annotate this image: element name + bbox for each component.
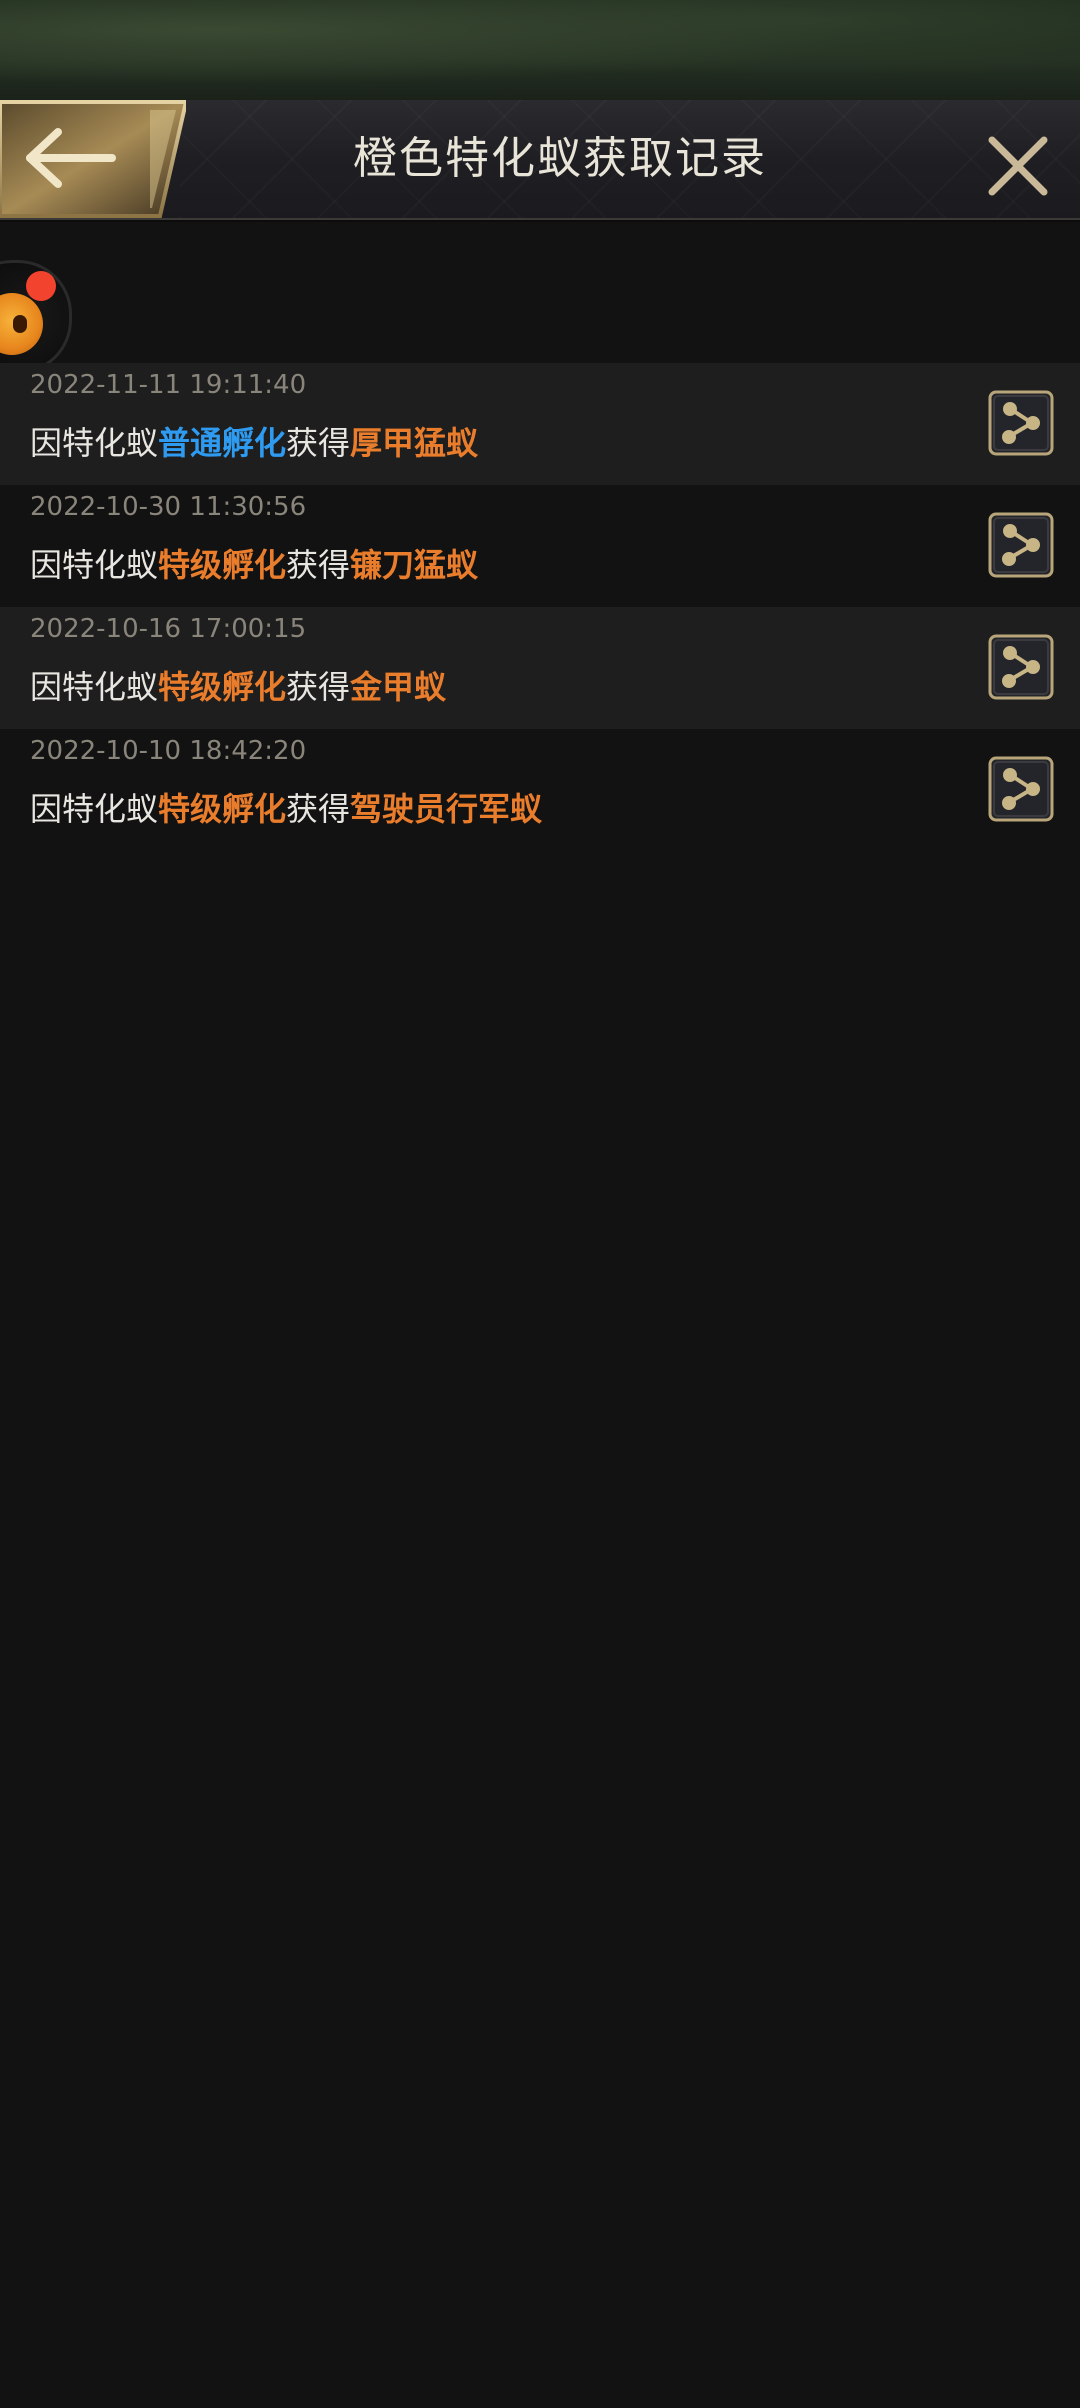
game-scene-background (0, 0, 1080, 100)
list-item: 2022-10-16 17:00:15 因特化蚁特级孵化获得金甲蚁 (0, 607, 1080, 729)
record-middle: 获得 (286, 424, 351, 462)
record-method: 特级孵化 (158, 668, 287, 706)
share-icon (988, 512, 1054, 578)
avatar-eye (13, 315, 27, 333)
record-message: 因特化蚁普通孵化获得厚甲猛蚁 (30, 419, 478, 467)
share-button[interactable] (988, 512, 1054, 578)
share-button[interactable] (988, 390, 1054, 456)
close-button[interactable] (978, 126, 1058, 206)
list-item: 2022-10-30 11:30:56 因特化蚁特级孵化获得镰刀猛蚁 (0, 485, 1080, 607)
share-icon (988, 390, 1054, 456)
share-button[interactable] (988, 756, 1054, 822)
record-time: 2022-11-11 19:11:40 (30, 370, 307, 400)
record-middle: 获得 (286, 546, 351, 584)
record-method: 特级孵化 (158, 790, 287, 828)
record-prefix: 因特化蚁 (30, 424, 159, 462)
record-method: 普通孵化 (158, 424, 287, 462)
record-reward: 镰刀猛蚁 (350, 546, 479, 584)
record-message: 因特化蚁特级孵化获得驾驶员行军蚁 (30, 785, 542, 833)
record-message: 因特化蚁特级孵化获得镰刀猛蚁 (30, 541, 478, 589)
record-middle: 获得 (286, 790, 351, 828)
share-button[interactable] (988, 634, 1054, 700)
list-item: 2022-10-10 18:42:20 因特化蚁特级孵化获得驾驶员行军蚁 (0, 729, 1080, 851)
record-prefix: 因特化蚁 (30, 546, 159, 584)
record-prefix: 因特化蚁 (30, 668, 159, 706)
share-icon (988, 634, 1054, 700)
list-item: 2022-11-11 19:11:40 因特化蚁普通孵化获得厚甲猛蚁 (0, 363, 1080, 485)
back-button[interactable] (0, 100, 186, 218)
page-title: 橙色特化蚁获取记录 (353, 133, 767, 184)
record-reward: 厚甲猛蚁 (350, 424, 479, 462)
record-reward: 金甲蚁 (350, 668, 447, 706)
record-time: 2022-10-30 11:30:56 (30, 492, 307, 522)
record-method: 特级孵化 (158, 546, 287, 584)
record-time: 2022-10-16 17:00:15 (30, 614, 307, 644)
header-bar: 橙色特化蚁获取记录 (0, 100, 1080, 220)
record-list: 2022-11-11 19:11:40 因特化蚁普通孵化获得厚甲猛蚁 2022-… (0, 363, 1080, 851)
arrow-left-icon (0, 100, 186, 218)
record-message: 因特化蚁特级孵化获得金甲蚁 (30, 663, 446, 711)
record-middle: 获得 (286, 668, 351, 706)
record-time: 2022-10-10 18:42:20 (30, 736, 307, 766)
record-reward: 驾驶员行军蚁 (350, 790, 543, 828)
notification-dot (26, 271, 56, 301)
page: 橙色特化蚁获取记录 2022-11-11 19:11:40 因特化蚁普通孵化获得… (0, 0, 1080, 2408)
close-icon (988, 136, 1048, 196)
record-prefix: 因特化蚁 (30, 790, 159, 828)
share-icon (988, 756, 1054, 822)
